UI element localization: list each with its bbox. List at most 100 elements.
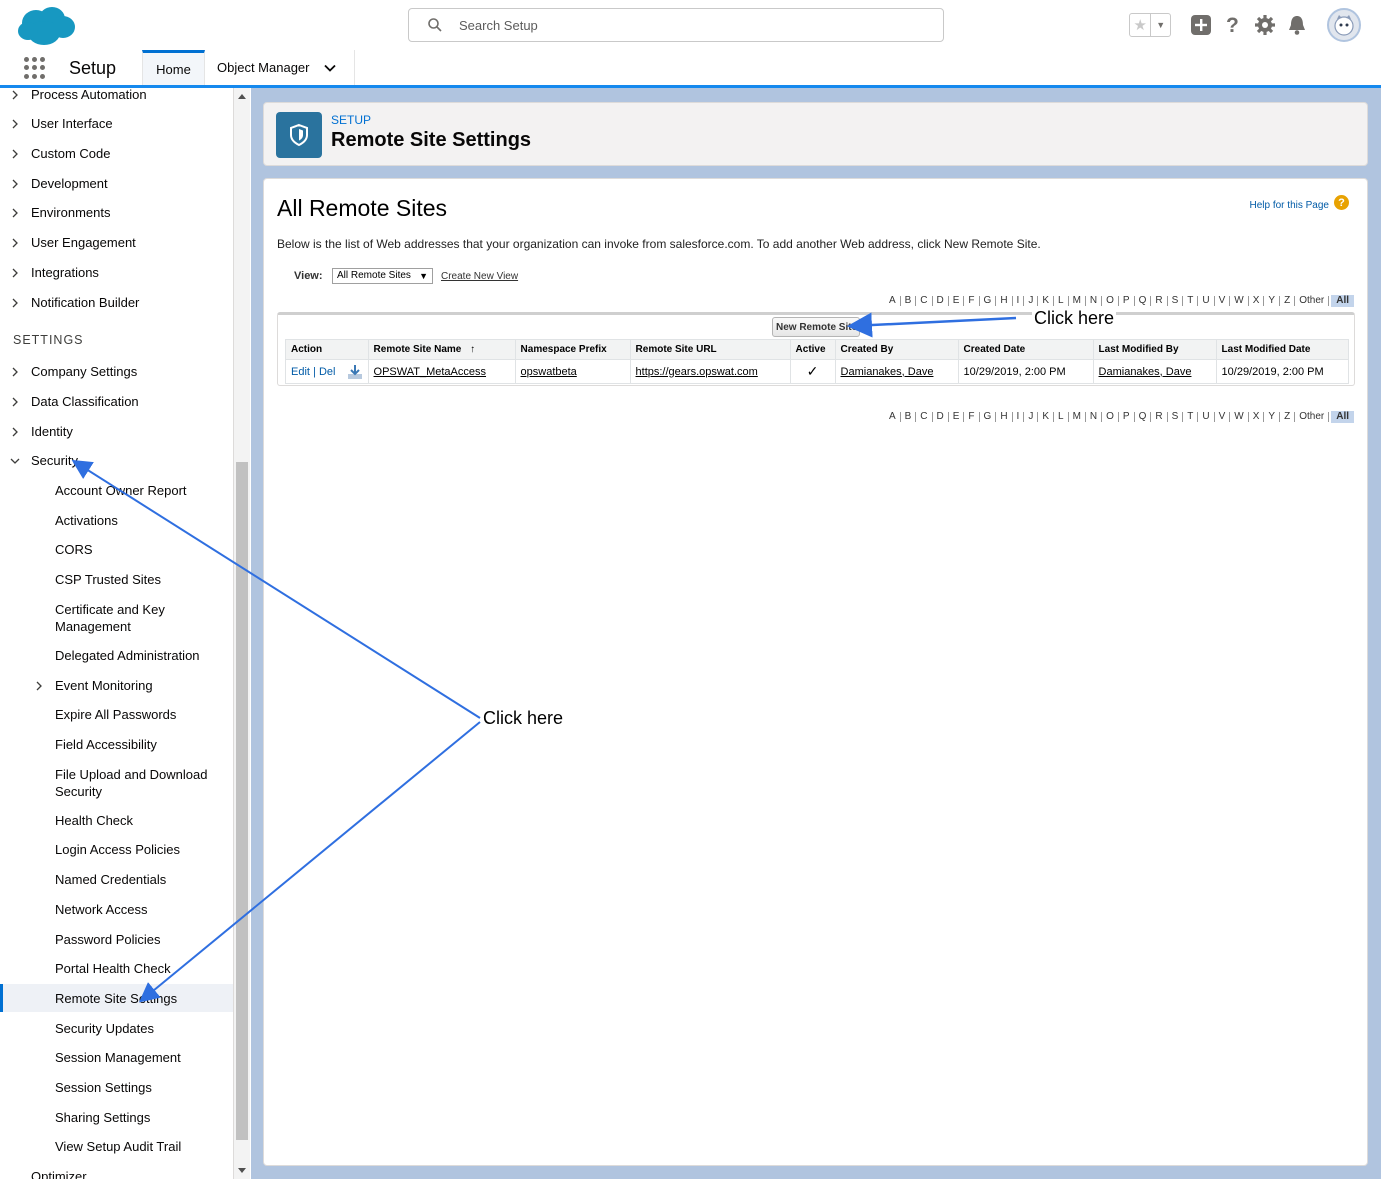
chevron-down-icon[interactable] — [323, 62, 336, 74]
alpha-filter-all[interactable]: All — [1331, 295, 1354, 307]
alpha-filter-letter[interactable]: T — [1183, 296, 1199, 306]
alpha-filter-letter[interactable]: P — [1119, 296, 1135, 306]
search-box[interactable] — [408, 8, 944, 42]
tab-home[interactable]: Home — [142, 50, 205, 85]
favorites-dropdown-icon[interactable]: ▼ — [1151, 14, 1170, 36]
edit-link[interactable]: Edit — [291, 365, 310, 377]
alpha-filter-letter[interactable]: D — [933, 296, 949, 306]
alpha-filter-letter[interactable]: J — [1024, 412, 1039, 422]
alpha-filter-letter[interactable]: V — [1215, 296, 1231, 306]
sidebar-subitem[interactable]: View Setup Audit Trail — [55, 1138, 225, 1155]
alpha-filter-letter[interactable]: F — [964, 296, 980, 306]
column-header[interactable]: Last Modified Date — [1215, 339, 1350, 360]
alpha-filter-letter[interactable]: Y — [1264, 296, 1281, 306]
alpha-filter-letter[interactable]: S — [1168, 296, 1184, 306]
alpha-filter-letter[interactable]: P — [1119, 412, 1135, 422]
alpha-filter-letter[interactable]: G — [980, 412, 997, 422]
bell-icon[interactable] — [1285, 13, 1309, 37]
sidebar-subitem[interactable]: Field Accessibility — [55, 736, 225, 753]
help-icon[interactable]: ? — [1221, 13, 1245, 37]
sidebar-subitem[interactable]: Password Policies — [55, 931, 225, 948]
sidebar-subitem[interactable]: Login Access Policies — [55, 841, 225, 858]
gear-icon[interactable] — [1253, 13, 1277, 37]
sidebar-subitem[interactable]: Expire All Passwords — [55, 706, 225, 723]
alpha-filter-letter[interactable]: Z — [1280, 296, 1296, 306]
alpha-filter-letter[interactable]: J — [1024, 296, 1039, 306]
sidebar-subitem[interactable]: Sharing Settings — [55, 1109, 225, 1126]
alpha-filter-letter[interactable]: C — [916, 296, 933, 306]
alpha-filter-all[interactable]: All — [1331, 411, 1354, 423]
alpha-filter-letter[interactable]: X — [1249, 412, 1265, 422]
column-header[interactable]: Active — [789, 339, 836, 360]
alpha-filter-letter[interactable]: R — [1151, 412, 1168, 422]
sidebar-subitem[interactable]: Network Access — [55, 901, 225, 918]
alpha-filter-letter[interactable]: C — [916, 412, 933, 422]
alpha-filter-letter[interactable]: L — [1054, 412, 1069, 422]
alpha-filter-letter[interactable]: S — [1168, 412, 1184, 422]
tab-object-manager[interactable]: Object Manager — [205, 50, 355, 85]
alpha-filter-letter[interactable]: W — [1230, 412, 1249, 422]
help-question-icon[interactable]: ? — [1334, 195, 1349, 210]
alpha-filter-letter[interactable]: M — [1069, 412, 1086, 422]
sidebar-subitem[interactable]: Named Credentials — [55, 871, 225, 888]
alpha-filter-letter[interactable]: Other — [1295, 296, 1330, 306]
alpha-filter-letter[interactable]: D — [933, 412, 949, 422]
alpha-filter-letter[interactable]: B — [901, 412, 917, 422]
alpha-filter-letter[interactable]: O — [1102, 412, 1119, 422]
alpha-filter-letter[interactable]: K — [1038, 296, 1054, 306]
alpha-filter-letter[interactable]: H — [996, 296, 1013, 306]
alpha-filter-letter[interactable]: E — [949, 296, 965, 306]
alpha-filter-letter[interactable]: V — [1215, 412, 1231, 422]
sidebar-subitem[interactable]: CORS — [55, 541, 225, 558]
alpha-filter-letter[interactable]: O — [1102, 296, 1119, 306]
sidebar-subitem[interactable]: File Upload and Download Security — [55, 766, 225, 800]
alpha-filter-letter[interactable]: U — [1198, 296, 1215, 306]
sidebar-subitem-selected[interactable]: Remote Site Settings — [0, 984, 233, 1012]
sidebar-subitem[interactable]: Account Owner Report — [55, 482, 225, 499]
namespace-link[interactable]: opswatbeta — [521, 366, 577, 378]
modified-by-link[interactable]: Damianakes, Dave — [1099, 366, 1192, 378]
app-launcher-icon[interactable] — [24, 57, 46, 79]
alpha-filter-letter[interactable]: E — [949, 412, 965, 422]
create-new-view-link[interactable]: Create New View — [441, 271, 518, 282]
avatar[interactable] — [1327, 8, 1361, 42]
alpha-filter-letter[interactable]: Q — [1135, 296, 1152, 306]
sidebar-subitem[interactable]: Session Management — [55, 1049, 225, 1066]
remote-site-name-link[interactable]: OPSWAT_MetaAccess — [374, 366, 486, 378]
alpha-filter-letter[interactable]: A — [885, 296, 901, 306]
alpha-filter-letter[interactable]: N — [1086, 296, 1103, 306]
remote-site-url-link[interactable]: https://gears.opswat.com — [636, 366, 758, 378]
sidebar-subitem[interactable]: Health Check — [55, 812, 225, 829]
column-header[interactable]: Remote Site URL — [629, 339, 791, 360]
alpha-filter-letter[interactable]: N — [1086, 412, 1103, 422]
sidebar-subitem[interactable]: CSP Trusted Sites — [55, 571, 225, 588]
scroll-down-arrow-icon[interactable] — [238, 1168, 246, 1173]
alpha-filter-letter[interactable]: H — [996, 412, 1013, 422]
alpha-filter-letter[interactable]: L — [1054, 296, 1069, 306]
salesforce-cloud-logo[interactable] — [16, 5, 76, 47]
alpha-filter-letter[interactable]: X — [1249, 296, 1265, 306]
alpha-filter-letter[interactable]: U — [1198, 412, 1215, 422]
column-header[interactable]: Namespace Prefix — [514, 339, 631, 360]
alpha-filter-letter[interactable]: G — [980, 296, 997, 306]
sidebar-subitem[interactable]: Security Updates — [55, 1020, 225, 1037]
alpha-filter-letter[interactable]: W — [1230, 296, 1249, 306]
alpha-filter-letter[interactable]: A — [885, 412, 901, 422]
new-remote-site-button[interactable]: New Remote Site — [772, 317, 860, 337]
column-header[interactable]: Created By — [834, 339, 959, 360]
help-link[interactable]: Help for this Page — [1250, 200, 1330, 211]
add-icon[interactable] — [1189, 13, 1213, 37]
column-header-sortable[interactable]: Remote Site Name ↑ — [367, 339, 516, 360]
alpha-filter-letter[interactable]: Other — [1295, 412, 1330, 422]
column-header[interactable]: Created Date — [957, 339, 1094, 360]
download-icon[interactable] — [347, 364, 363, 380]
alpha-filter-letter[interactable]: Q — [1135, 412, 1152, 422]
alpha-filter-letter[interactable]: Y — [1264, 412, 1281, 422]
sidebar-subitem[interactable]: Portal Health Check — [55, 960, 225, 977]
alpha-filter-letter[interactable]: I — [1013, 412, 1025, 422]
scrollbar-thumb[interactable] — [236, 462, 248, 1140]
sidebar-subitem[interactable]: Session Settings — [55, 1079, 225, 1096]
sidebar-scrollbar[interactable] — [234, 88, 250, 1179]
sidebar-subitem[interactable]: Delegated Administration — [55, 647, 225, 664]
alpha-filter-letter[interactable]: R — [1151, 296, 1168, 306]
